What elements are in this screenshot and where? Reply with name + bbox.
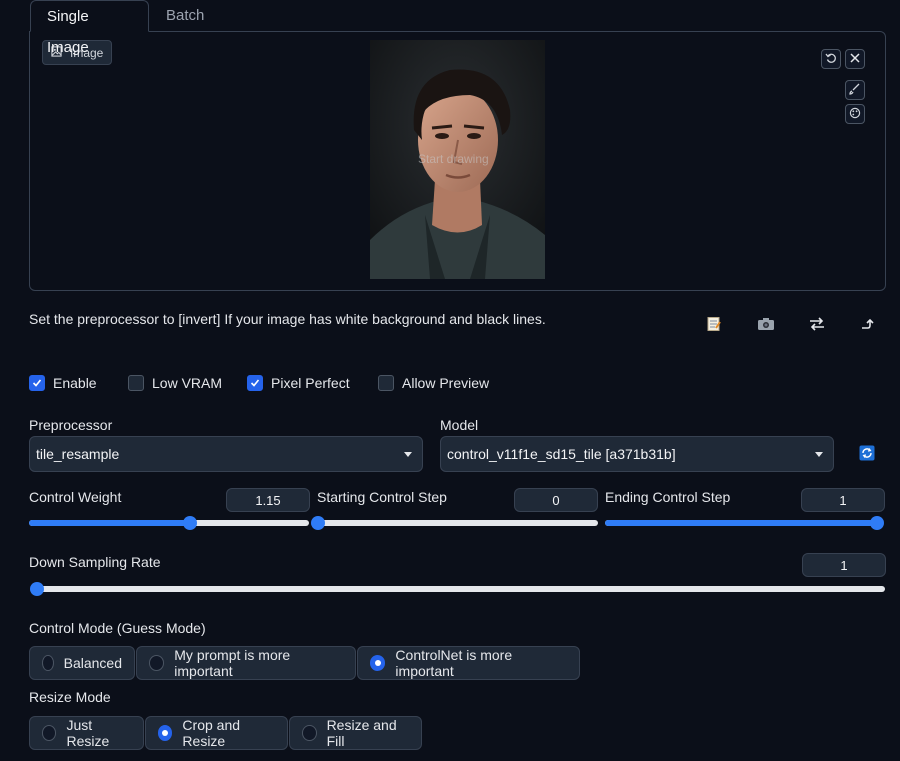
allow-preview-checkbox[interactable]: Allow Preview xyxy=(378,374,489,392)
preprocessor-value: tile_resample xyxy=(36,446,120,462)
control-weight-slider[interactable] xyxy=(29,516,309,530)
brush-button[interactable] xyxy=(845,80,865,100)
slider-fill xyxy=(29,520,190,526)
radio-indicator[interactable] xyxy=(370,655,386,671)
tab-batch[interactable]: Batch xyxy=(150,0,220,32)
control-mode-balanced[interactable]: Balanced xyxy=(29,646,135,680)
checkbox-box[interactable] xyxy=(378,375,394,391)
slider-thumb[interactable] xyxy=(30,582,44,596)
starting-step-label: Starting Control Step xyxy=(317,489,447,505)
down-sampling-slider[interactable] xyxy=(30,582,885,596)
mirror-webcam-button[interactable] xyxy=(805,314,829,338)
color-palette-button[interactable] xyxy=(845,104,865,124)
control-mode-controlnet-important[interactable]: ControlNet is more important xyxy=(357,646,580,680)
webcam-button[interactable] xyxy=(754,314,778,338)
checkbox-box[interactable] xyxy=(128,375,144,391)
slider-fill xyxy=(605,520,877,526)
checkbox-label: Low VRAM xyxy=(152,375,223,391)
swap-arrows-icon xyxy=(808,316,826,336)
resize-mode-crop-and-resize[interactable]: Crop and Resize xyxy=(145,716,288,750)
slider-thumb[interactable] xyxy=(311,516,325,530)
open-editor-button[interactable] xyxy=(702,314,726,338)
chevron-down-icon xyxy=(815,451,823,457)
checkbox-label: Pixel Perfect xyxy=(271,375,350,391)
down-sampling-input[interactable]: 1 xyxy=(802,553,886,577)
ending-step-slider[interactable] xyxy=(605,516,884,530)
starting-step-slider[interactable] xyxy=(311,516,598,530)
model-value: control_v11f1e_sd15_tile [a371b31b] xyxy=(447,446,676,462)
low-vram-checkbox[interactable]: Low VRAM xyxy=(128,374,222,392)
radio-indicator[interactable] xyxy=(158,725,173,741)
radio-label: ControlNet is more important xyxy=(395,647,513,679)
undo-icon xyxy=(825,52,837,67)
slider-thumb[interactable] xyxy=(870,516,884,530)
memo-icon xyxy=(706,316,722,337)
radio-indicator[interactable] xyxy=(42,655,54,671)
control-mode-label: Control Mode (Guess Mode) xyxy=(29,620,206,636)
radio-label: Just Resize xyxy=(66,717,110,749)
radio-indicator[interactable] xyxy=(42,725,57,741)
checkbox-label: Allow Preview xyxy=(402,375,490,391)
checkbox-box[interactable] xyxy=(247,375,263,391)
checkbox-label: Enable xyxy=(53,375,97,391)
camera-icon xyxy=(757,317,775,336)
model-label: Model xyxy=(440,417,479,433)
radio-label: Resize and Fill xyxy=(326,717,397,749)
control-weight-input[interactable]: 1.15 xyxy=(226,488,310,512)
tab-single-image[interactable]: Single Image xyxy=(30,0,149,56)
checkbox-box[interactable] xyxy=(29,375,45,391)
model-select[interactable]: control_v11f1e_sd15_tile [a371b31b] xyxy=(440,436,834,472)
pixel-perfect-checkbox[interactable]: Pixel Perfect xyxy=(247,374,350,392)
down-sampling-label: Down Sampling Rate xyxy=(29,554,161,570)
radio-indicator[interactable] xyxy=(302,725,317,741)
brush-icon xyxy=(849,83,861,98)
resize-mode-just-resize[interactable]: Just Resize xyxy=(29,716,144,750)
radio-label: My prompt is more important xyxy=(174,647,291,679)
close-icon xyxy=(850,52,860,66)
ending-step-input[interactable]: 1 xyxy=(801,488,885,512)
control-mode-prompt-important[interactable]: My prompt is more important xyxy=(136,646,356,680)
palette-icon xyxy=(849,107,861,122)
resize-mode-label: Resize Mode xyxy=(29,689,111,705)
preprocessor-hint: Set the preprocessor to [invert] If your… xyxy=(29,311,546,327)
starting-step-input[interactable]: 0 xyxy=(514,488,598,512)
send-dimensions-button[interactable] xyxy=(857,314,881,338)
refresh-icon xyxy=(859,445,875,464)
control-weight-label: Control Weight xyxy=(29,489,122,505)
radio-label: Crop and Resize xyxy=(182,717,241,749)
resize-mode-resize-and-fill[interactable]: Resize and Fill xyxy=(289,716,422,750)
clear-button[interactable] xyxy=(845,49,865,69)
canvas-overlay-text: Start drawing xyxy=(418,152,489,166)
radio-indicator[interactable] xyxy=(149,655,165,671)
enable-checkbox[interactable]: Enable xyxy=(29,374,97,392)
undo-button[interactable] xyxy=(821,49,841,69)
ending-step-label: Ending Control Step xyxy=(605,489,731,505)
preprocessor-label: Preprocessor xyxy=(29,417,113,433)
chevron-down-icon xyxy=(404,451,412,457)
refresh-models-button[interactable] xyxy=(859,445,877,463)
arrow-up-right-icon xyxy=(860,317,878,336)
slider-thumb[interactable] xyxy=(183,516,197,530)
radio-label: Balanced xyxy=(63,655,122,671)
preprocessor-select[interactable]: tile_resample xyxy=(29,436,423,472)
